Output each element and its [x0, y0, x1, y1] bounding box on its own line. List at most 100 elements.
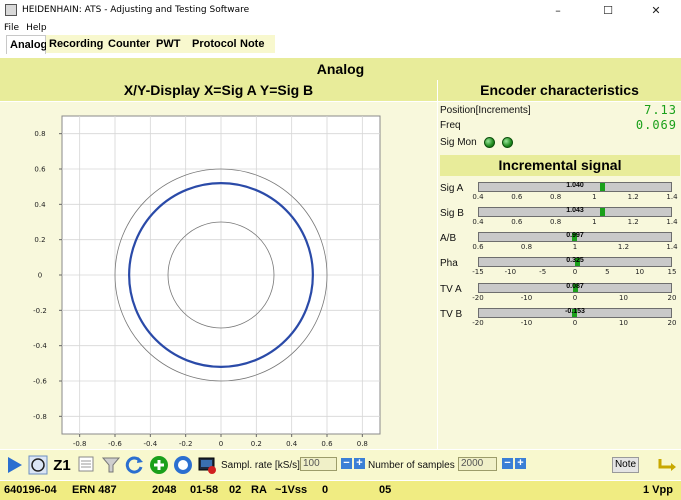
status-code5: 05	[379, 484, 392, 496]
signal-scale: -15 -10 -5 0 5 10 15	[472, 268, 676, 277]
signal-scale-label: -10	[520, 319, 533, 327]
x-tick-label: 0.8	[357, 440, 368, 448]
signal-scale-label: -5	[539, 268, 547, 276]
status-lines: 2048	[152, 484, 177, 496]
tab-protocol[interactable]: Protocol	[189, 35, 237, 53]
window-title: HEIDENHAIN: ATS - Adjusting and Testing …	[22, 5, 250, 15]
samples-label: Number of samples	[368, 460, 455, 471]
position-value: 7.13	[644, 103, 677, 117]
signal-bar: 0.087	[478, 283, 672, 293]
samples-minus-button[interactable]: −	[502, 458, 513, 469]
tab-analog[interactable]: Analog	[6, 35, 47, 54]
reference-button[interactable]	[76, 454, 98, 476]
tab-pwt[interactable]: PWT	[153, 35, 189, 53]
monitor-icon	[198, 457, 216, 474]
signal-scale-label: 1.2	[617, 243, 630, 251]
signal-scale-label: 0.6	[472, 243, 484, 251]
signal-value: 0.997	[566, 232, 584, 239]
signal-value: -0.153	[565, 308, 585, 315]
plus-circle-icon	[150, 456, 168, 474]
signal-scale-label: -15	[472, 268, 484, 276]
x-tick-label: 0.2	[251, 440, 262, 448]
tab-counter[interactable]: Counter	[105, 35, 153, 53]
play-button[interactable]	[3, 454, 25, 476]
ring-button[interactable]	[172, 454, 194, 476]
y-tick-label: -0.6	[33, 378, 47, 386]
status-code4: 0	[322, 484, 329, 496]
refresh-icon	[125, 456, 143, 474]
minimize-button[interactable]: –	[540, 0, 576, 20]
y-tick-label: 0	[38, 272, 42, 280]
y-tick-label: -0.8	[33, 413, 47, 421]
signal-scale-label: 20	[667, 294, 677, 302]
signal-scale-label: 10	[619, 294, 628, 302]
samples-input[interactable]: 2000	[458, 457, 497, 471]
note-button[interactable]: Note	[612, 457, 639, 473]
signal-scale: -20 -10 0 10 20	[472, 294, 676, 303]
x-tick-label: 0	[219, 440, 223, 448]
freq-value: 0.069	[635, 118, 677, 132]
tab-bar: Analog Recording Counter PWT Protocol No…	[0, 35, 681, 54]
section-title: Analog	[0, 58, 681, 80]
filter-icon	[101, 457, 121, 473]
signal-scale-label: 1.4	[666, 218, 678, 226]
menu-help[interactable]: Help	[26, 23, 47, 33]
sample-rate-plus-button[interactable]: +	[354, 458, 365, 469]
signal-value: 0.325	[566, 257, 584, 264]
sample-rate-input[interactable]: 100	[300, 457, 337, 471]
title-bar: HEIDENHAIN: ATS - Adjusting and Testing …	[0, 0, 681, 20]
x-tick-label: -0.4	[143, 440, 157, 448]
x-tick-label: -0.2	[179, 440, 193, 448]
x-tick-label: 0.4	[286, 440, 298, 448]
xy-display-title: X/Y-Display X=Sig A Y=Sig B	[0, 80, 437, 101]
status-code2: 02	[229, 484, 242, 496]
signal-bar: 1.043	[478, 207, 672, 217]
incremental-signal-title: Incremental signal	[440, 155, 680, 176]
encoder-characteristics-title: Encoder characteristics	[438, 80, 681, 101]
signal-scale-label: 1.4	[666, 243, 678, 251]
signal-scale: 0.6 0.8 1 1.2 1.4	[472, 243, 677, 252]
exit-button[interactable]	[656, 454, 678, 476]
menu-bar: File Help	[0, 21, 54, 34]
x-tick-label: -0.8	[73, 440, 87, 448]
signal-bar: 1.040	[478, 182, 672, 192]
status-model: ERN 487	[72, 484, 117, 496]
z1-button[interactable]: Z1	[51, 454, 73, 476]
add-button[interactable]	[148, 454, 170, 476]
circle-button[interactable]	[27, 454, 49, 476]
status-code3: RA	[251, 484, 267, 496]
status-code1: 01-58	[190, 484, 219, 496]
signal-scale-label: 15	[667, 268, 677, 276]
maximize-button[interactable]: ☐	[590, 0, 626, 20]
signal-scale-label: 10	[635, 268, 645, 276]
xy-chart: -0.8 -0.6 -0.4 -0.2 0 0.2 0.4 0.6 0.8 0.8 0.6 0.4 0.…	[33, 115, 381, 448]
close-button[interactable]: ✕	[638, 0, 674, 20]
filter-button[interactable]	[100, 454, 122, 476]
signal-scale-label: 1.2	[627, 193, 639, 201]
signal-label: Sig A	[440, 183, 464, 194]
signal-label: TV A	[440, 284, 462, 295]
signal-scale-label: -10	[504, 268, 517, 276]
signal-scale: 0.4 0.6 0.8 1 1.2 1.4	[472, 218, 677, 227]
menu-file[interactable]: File	[4, 23, 19, 33]
sample-rate-minus-button[interactable]: −	[341, 458, 352, 469]
monitor-button[interactable]	[196, 454, 218, 476]
sigmon-led-b	[502, 137, 513, 148]
signal-scale-label: 1	[572, 243, 578, 251]
status-level: 1 Vpp	[643, 484, 673, 496]
freq-label: Freq	[440, 120, 461, 131]
samples-plus-button[interactable]: +	[515, 458, 526, 469]
circle-icon	[28, 455, 48, 475]
xy-display-panel: -0.8 -0.6 -0.4 -0.2 0 0.2 0.4 0.6 0.8 0.8 0.6 0.4 0.…	[0, 102, 437, 449]
y-tick-label: 0.2	[34, 236, 45, 244]
reference-icon	[78, 456, 94, 472]
tab-note[interactable]: Note	[237, 35, 275, 53]
signal-value: 1.043	[566, 207, 584, 214]
sigmon-label: Sig Mon	[440, 137, 477, 148]
tab-recording[interactable]: Recording	[46, 35, 105, 53]
signal-scale-label: 0.4	[472, 193, 484, 201]
refresh-button[interactable]	[124, 454, 146, 476]
signal-scale-label: -20	[472, 319, 484, 327]
y-tick-label: 0.6	[34, 166, 46, 174]
signal-scale-label: 5	[605, 268, 610, 276]
